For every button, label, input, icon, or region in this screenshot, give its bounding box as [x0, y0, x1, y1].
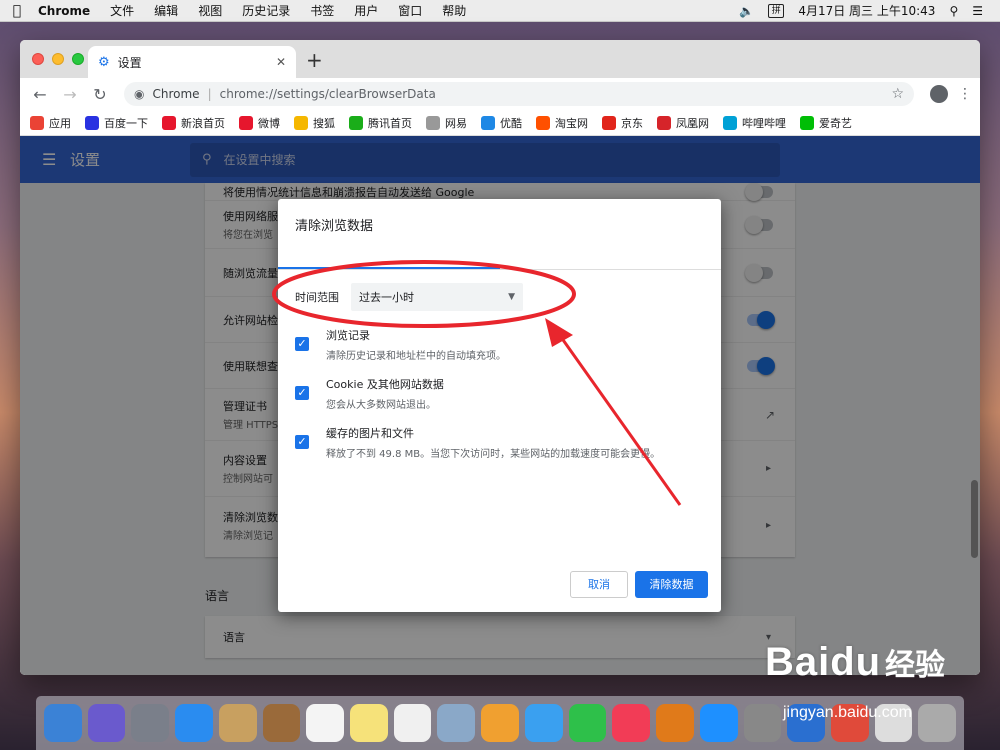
dock-app-icon[interactable]: [568, 704, 607, 742]
dock-app-icon[interactable]: [350, 704, 388, 742]
watermark-brand: Baidu: [765, 640, 882, 684]
dock-app-icon[interactable]: [393, 704, 432, 742]
dock-app-icon[interactable]: [481, 704, 519, 742]
annotation-arrowhead: [545, 318, 573, 347]
dock-app-icon[interactable]: [918, 704, 957, 742]
dock-app-icon[interactable]: [612, 704, 651, 742]
dock-app-icon[interactable]: [699, 704, 738, 742]
baidu-watermark: Baidu 经验 jingyan.baidu.com: [765, 640, 945, 721]
dock-app-icon[interactable]: [218, 704, 257, 742]
dock-app-icon[interactable]: [87, 704, 126, 742]
dock-app-icon[interactable]: [131, 704, 170, 742]
dock-app-icon[interactable]: [175, 704, 213, 742]
dock-app-icon[interactable]: [656, 704, 694, 742]
dock-app-icon[interactable]: [743, 704, 782, 742]
dock-app-icon[interactable]: [437, 704, 476, 742]
dock-app-icon[interactable]: [306, 704, 345, 742]
annotation-ellipse: [272, 260, 576, 328]
dock-app-icon[interactable]: [44, 704, 82, 742]
watermark-url: jingyan.baidu.com: [783, 704, 912, 721]
watermark-suffix: 经验: [884, 648, 945, 683]
annotation-overlay: [272, 260, 682, 506]
dock-app-icon[interactable]: [524, 704, 563, 742]
annotation-arrow-line: [554, 329, 682, 506]
dock-app-icon[interactable]: [262, 704, 301, 742]
